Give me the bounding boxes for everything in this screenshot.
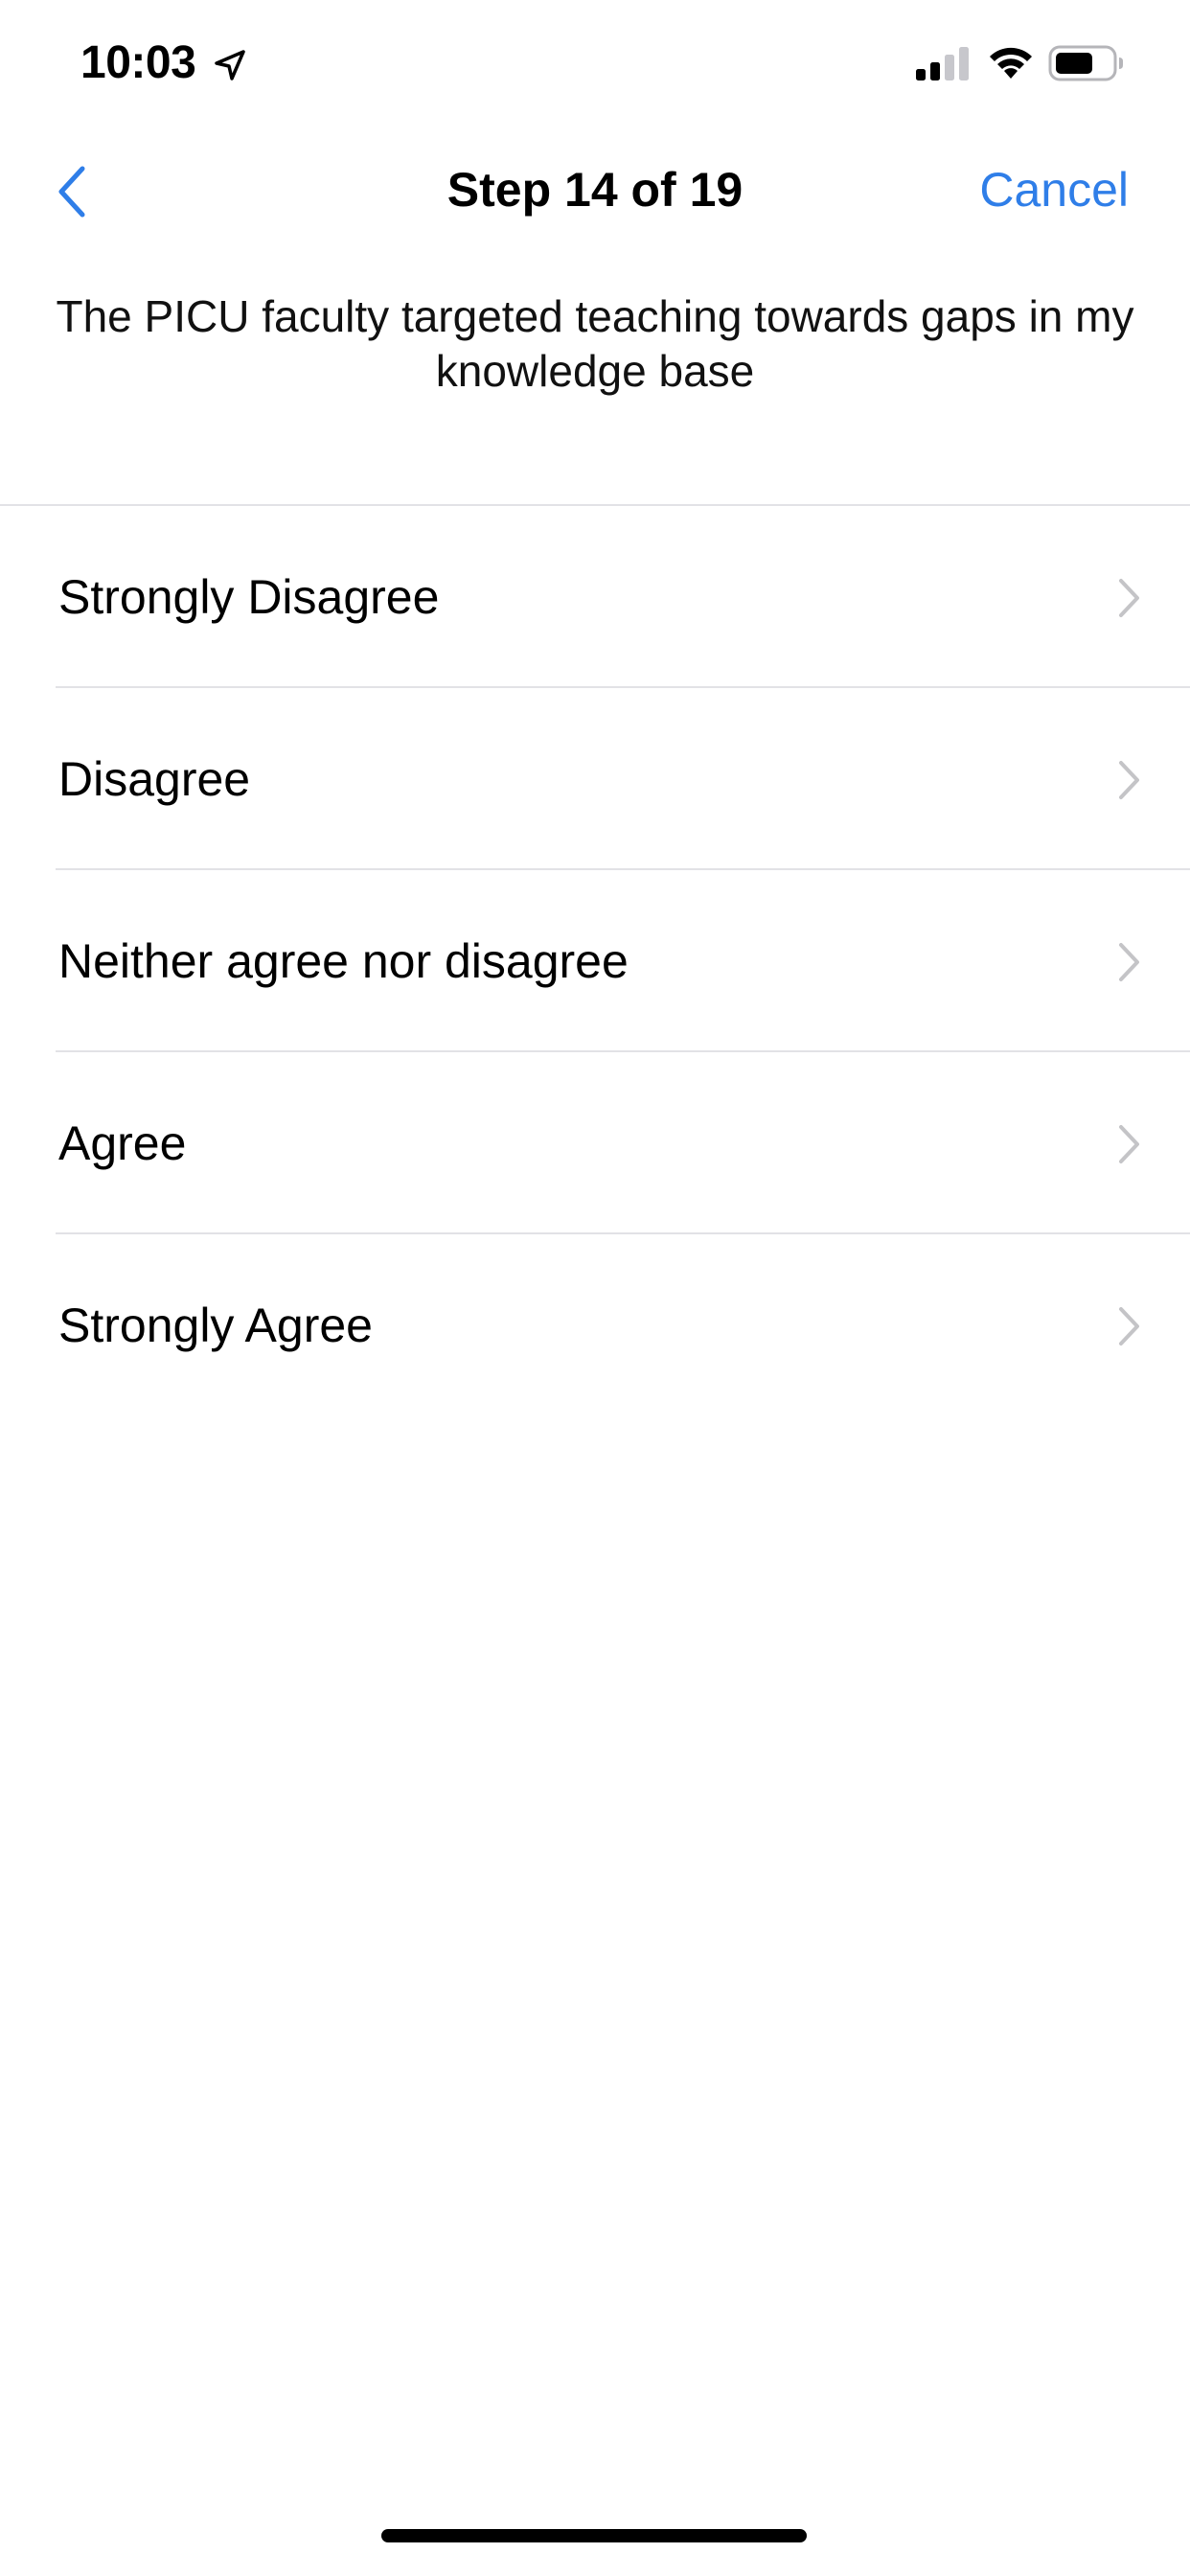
wifi-icon — [987, 42, 1035, 80]
chevron-left-icon — [58, 166, 85, 218]
option-label: Strongly Agree — [58, 1299, 373, 1352]
location-arrow-icon — [213, 48, 247, 82]
cellular-signal-icon — [916, 46, 972, 82]
answer-options-list: Strongly Disagree Disagree Neither agree… — [0, 506, 1190, 1416]
status-time: 10:03 — [80, 37, 196, 88]
status-bar: 10:03 — [0, 0, 1190, 126]
option-label: Disagree — [58, 752, 251, 806]
option-strongly-disagree[interactable]: Strongly Disagree — [0, 506, 1190, 688]
option-label: Agree — [58, 1116, 187, 1170]
battery-icon — [1048, 44, 1125, 82]
option-label: Neither agree nor disagree — [58, 934, 629, 988]
chevron-right-icon — [1119, 1125, 1139, 1163]
option-neither-agree-nor-disagree[interactable]: Neither agree nor disagree — [0, 870, 1190, 1052]
back-button[interactable] — [38, 153, 105, 230]
cancel-button[interactable]: Cancel — [979, 159, 1129, 220]
option-strongly-agree[interactable]: Strongly Agree — [0, 1234, 1190, 1416]
chevron-right-icon — [1119, 579, 1139, 617]
chevron-right-icon — [1119, 1307, 1139, 1346]
home-indicator[interactable] — [381, 2529, 807, 2542]
chevron-right-icon — [1119, 943, 1139, 981]
chevron-right-icon — [1119, 761, 1139, 799]
option-disagree[interactable]: Disagree — [0, 688, 1190, 870]
option-label: Strongly Disagree — [58, 570, 440, 624]
page-title: Step 14 of 19 — [446, 163, 744, 217]
option-agree[interactable]: Agree — [0, 1052, 1190, 1234]
question-text: The PICU faculty targeted teaching towar… — [56, 291, 1134, 396]
nav-bar: Step 14 of 19 Cancel — [0, 126, 1190, 253]
